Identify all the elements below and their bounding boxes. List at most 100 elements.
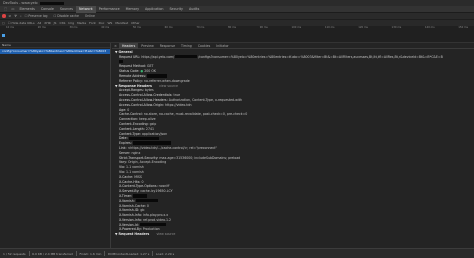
response-header-name: X-Content-Type-Options:: [119, 184, 158, 189]
response-header-value: MISS: [134, 174, 142, 179]
response-header-name: X-Version-Id:: [119, 222, 139, 227]
hide-data-urls-checkbox[interactable]: ☐ Hide data URLs: [8, 21, 35, 25]
response-header-value: application/json: [141, 131, 168, 136]
devtools-window: DevTools - www.yelo ⬚ ▭ Elements Console…: [0, 0, 474, 258]
panel-tabs: ⬚ ▭ Elements Console Sources Network Per…: [0, 5, 474, 13]
response-header-name: Accept-Ranges:: [119, 88, 144, 93]
response-header-value: 1.1 varnish: [126, 165, 144, 170]
response-header-name: Vary:: [119, 160, 127, 165]
status-dot-icon: ●: [140, 69, 144, 74]
window-title: DevTools - www.yelo: [3, 1, 38, 5]
request-list-header[interactable]: Name: [0, 43, 110, 48]
device-toggle-icon[interactable]: ▭: [9, 7, 16, 11]
tab-console[interactable]: Console: [38, 6, 57, 13]
redaction-block: [128, 136, 159, 141]
request-view-source-link[interactable]: view source: [156, 232, 175, 236]
response-header-value: 0: [146, 203, 149, 208]
tab-initiator[interactable]: Initiator: [213, 43, 231, 49]
response-header-name: X-Version-Info:: [119, 217, 142, 222]
request-url-label: Request URL:: [119, 54, 141, 59]
filter-type-all[interactable]: All: [38, 21, 42, 25]
filter-type-doc[interactable]: Doc: [99, 21, 105, 25]
disable-cache-checkbox[interactable]: ☐ Disable cache: [54, 14, 82, 18]
filter-type-other[interactable]: Other: [131, 21, 140, 25]
request-method-label: Request Method:: [119, 64, 146, 69]
view-source-link[interactable]: view source: [159, 84, 178, 88]
tab-application[interactable]: Application: [142, 6, 166, 13]
request-row-selected[interactable]: config?consumer=%80yelo=%80entries=%80en…: [0, 49, 110, 54]
dom-content-loaded-time: DOMContentLoaded: 1.27 s: [107, 251, 150, 256]
timeline-tick: 60 ms: [164, 26, 173, 29]
timeline-tick: 70 ms: [196, 26, 205, 29]
response-header-value: max-age=31536000; includeSubDomains; pre…: [159, 155, 241, 160]
timeline-tick: 140 ms: [424, 26, 435, 29]
filter-type-manifest[interactable]: Manifest: [115, 21, 128, 25]
response-header-value: Authorization, Content-Type, x-requested…: [168, 97, 242, 102]
response-header-name: Link:: [119, 145, 127, 150]
load-time: Load: 2.29 s: [155, 251, 175, 256]
filter-input[interactable]: ▢: [2, 21, 5, 25]
inspect-icon[interactable]: ⬚: [2, 7, 9, 11]
close-icon[interactable]: ×: [114, 44, 117, 48]
filter-type-font[interactable]: Font: [89, 21, 96, 25]
clear-icon[interactable]: ⊘: [9, 14, 12, 18]
response-header-name: Date:: [119, 136, 128, 141]
tab-audits[interactable]: Audits: [186, 6, 202, 13]
filter-type-media[interactable]: Media: [77, 21, 86, 25]
response-header-name: X-Varnish-Info:: [119, 213, 142, 218]
request-headers-section-toggle[interactable]: ▼ Request Headers view source: [115, 232, 474, 237]
disable-cache-label: Disable cache: [57, 14, 79, 18]
divider: [28, 251, 30, 256]
filter-type-img[interactable]: Img: [68, 21, 74, 25]
referrer-policy-value: no-referrer-when-downgrade: [143, 78, 190, 83]
network-overview-timeline[interactable]: 10 ms 20 ms 30 ms 40 ms 50 ms 60 ms 70 m…: [0, 26, 474, 43]
response-header-name: X-Served-By:: [119, 189, 140, 194]
filter-type-css[interactable]: CSS: [59, 21, 65, 25]
tab-memory[interactable]: Memory: [123, 6, 142, 13]
timeline-tick: 50 ms: [132, 26, 141, 29]
tab-preview[interactable]: Preview: [138, 43, 156, 49]
redaction-block: [139, 222, 166, 227]
tab-security[interactable]: Security: [166, 6, 186, 13]
status-code-value: 200 OK: [144, 69, 156, 74]
response-header-value: keep-alive: [139, 117, 156, 122]
divider: [152, 251, 153, 256]
response-header-value: 1.1 varnish: [126, 169, 144, 174]
response-header-name: X-Cache:: [119, 174, 134, 179]
timeline-tick: 120 ms: [358, 26, 368, 29]
timeline-tick: 30 ms: [69, 26, 78, 29]
filter-type-ws[interactable]: WS: [107, 21, 112, 25]
response-header-value: https://video.tdn: [165, 102, 192, 107]
filter-type-xhr[interactable]: XHR: [44, 21, 50, 25]
tab-response[interactable]: Response: [157, 43, 178, 49]
redaction-block: [147, 74, 168, 78]
throttle-select[interactable]: Online: [85, 14, 95, 18]
response-header-name: Age:: [119, 107, 127, 112]
tab-sources[interactable]: Sources: [57, 6, 76, 13]
record-icon[interactable]: [2, 14, 6, 18]
filter-type-js[interactable]: JS: [54, 21, 57, 25]
response-headers-list: Accept-Ranges: bytes Access-Control-Allow…: [115, 88, 474, 232]
tab-headers[interactable]: Headers: [119, 42, 139, 49]
redacted-title-block: [39, 1, 64, 5]
request-details-pane: × Headers Preview Response Timing Cookie…: [112, 42, 474, 248]
tab-timing[interactable]: Timing: [178, 43, 195, 49]
response-header-name: X-Cache-Hits:: [119, 179, 141, 184]
search-icon[interactable]: ⌕: [20, 14, 22, 18]
redaction-block: [119, 59, 123, 64]
tab-performance[interactable]: Performance: [96, 6, 123, 13]
headers-view: ▼ General Request URL: https://api.yelo.…: [112, 50, 474, 248]
referrer-policy-label: Referrer Policy:: [119, 78, 143, 83]
response-header-value: cache-lcy19650-LCY: [140, 189, 173, 194]
timeline-tick: 130 ms: [391, 26, 402, 29]
response-header-value: bytes: [144, 88, 154, 93]
tab-elements[interactable]: Elements: [16, 6, 37, 13]
response-header-value: Origin, Accept-Encoding: [127, 160, 167, 165]
divider: [75, 251, 77, 256]
preserve-log-label: Preserve log: [28, 14, 48, 18]
preserve-log-checkbox[interactable]: ☐ Preserve log: [25, 14, 51, 18]
filter-icon[interactable]: ⧩: [14, 14, 17, 18]
tab-network[interactable]: Network: [75, 5, 96, 13]
redaction-block: [133, 194, 148, 198]
tab-cookies[interactable]: Cookies: [195, 43, 213, 49]
